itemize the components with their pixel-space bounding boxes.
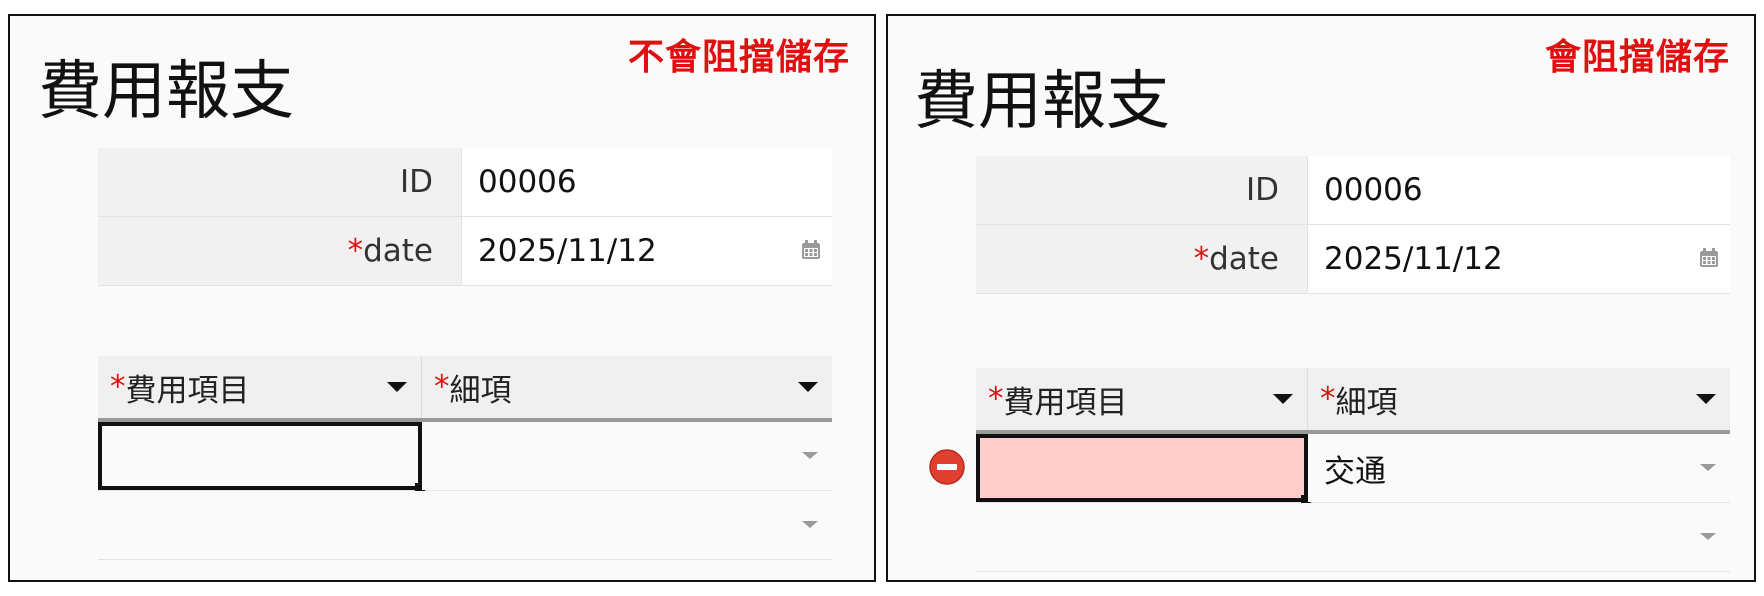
chevron-down-icon[interactable] <box>387 382 407 392</box>
required-mark: * <box>1320 381 1336 417</box>
panel-right: 會阻擋儲存 費用報支 ID 00006 * date 2025/11/12 * … <box>886 14 1756 582</box>
field-label-id: ID <box>98 148 462 216</box>
calendar-icon[interactable] <box>800 239 822 261</box>
panel-caption: 會阻擋儲存 <box>1544 37 1730 78</box>
panel-caption: 不會阻擋儲存 <box>627 37 850 78</box>
column-header-label: 費用項目 <box>1003 384 1128 421</box>
detail-cell[interactable]: 交通 <box>1308 434 1730 502</box>
page-title: 費用報支 <box>914 65 1170 139</box>
chevron-down-icon[interactable] <box>798 382 818 392</box>
id-field[interactable]: 00006 <box>462 148 832 216</box>
table-row <box>98 422 832 493</box>
id-field[interactable]: 00006 <box>1308 156 1730 224</box>
chevron-down-icon[interactable] <box>1696 394 1716 404</box>
detail-cell[interactable] <box>1308 503 1730 571</box>
field-label-date: * date <box>98 217 462 285</box>
detail-grid: * 費用項目 * 細項 交通 <box>929 368 1730 572</box>
grid-header: * 費用項目 * 細項 <box>98 356 832 422</box>
chevron-down-icon[interactable] <box>1273 394 1293 404</box>
column-header-expense-item[interactable]: * 費用項目 <box>98 356 422 418</box>
required-mark: * <box>434 369 450 405</box>
expense-item-cell[interactable] <box>976 503 1308 571</box>
required-mark: * <box>347 233 364 269</box>
required-mark: * <box>110 369 126 405</box>
required-mark: * <box>988 381 1004 417</box>
field-label-date: * date <box>976 225 1308 293</box>
table-row <box>976 503 1730 572</box>
panel-left: 不會阻擋儲存 費用報支 ID 00006 * date 2025/11/12 *… <box>8 14 876 582</box>
column-header-label: 細項 <box>1335 384 1398 421</box>
calendar-icon[interactable] <box>1698 247 1720 269</box>
date-value: 2025/11/12 <box>1324 241 1503 277</box>
detail-grid: * 費用項目 * 細項 <box>98 356 832 560</box>
field-row-date: * date 2025/11/12 <box>98 217 832 286</box>
grid-header: * 費用項目 * 細項 <box>976 368 1730 434</box>
column-header-detail[interactable]: * 細項 <box>422 356 832 418</box>
id-value: 00006 <box>478 164 577 200</box>
expense-item-cell[interactable] <box>98 422 425 493</box>
column-header-expense-item[interactable]: * 費用項目 <box>976 368 1308 430</box>
field-row-id: ID 00006 <box>98 148 832 217</box>
expense-item-cell[interactable] <box>976 434 1311 505</box>
page-title: 費用報支 <box>38 55 294 129</box>
field-label-text: ID <box>399 164 433 200</box>
id-value: 00006 <box>1324 172 1423 208</box>
chevron-down-icon[interactable] <box>1700 464 1716 471</box>
date-value: 2025/11/12 <box>478 233 657 269</box>
field-label-text: date <box>1209 241 1279 277</box>
column-header-label: 費用項目 <box>125 372 250 409</box>
field-row-id: ID 00006 <box>976 156 1730 225</box>
table-row: 交通 <box>929 434 1730 505</box>
column-header-detail[interactable]: * 細項 <box>1308 368 1730 430</box>
required-mark: * <box>1193 241 1210 277</box>
field-label-text: date <box>363 233 433 269</box>
header-fields: ID 00006 * date 2025/11/12 <box>976 156 1730 294</box>
error-icon[interactable] <box>928 448 966 486</box>
detail-cell[interactable] <box>422 422 832 490</box>
chevron-down-icon[interactable] <box>802 521 818 528</box>
header-fields: ID 00006 * date 2025/11/12 <box>98 148 832 286</box>
table-row <box>98 491 832 560</box>
detail-cell[interactable] <box>422 491 832 559</box>
field-label-text: ID <box>1245 172 1279 208</box>
chevron-down-icon[interactable] <box>802 452 818 459</box>
date-field[interactable]: 2025/11/12 <box>462 217 832 285</box>
date-field[interactable]: 2025/11/12 <box>1308 225 1730 293</box>
field-row-date: * date 2025/11/12 <box>976 225 1730 294</box>
cell-value: 交通 <box>1324 453 1386 490</box>
field-label-id: ID <box>976 156 1308 224</box>
expense-item-cell[interactable] <box>98 491 422 559</box>
chevron-down-icon[interactable] <box>1700 533 1716 540</box>
column-header-label: 細項 <box>449 372 512 409</box>
